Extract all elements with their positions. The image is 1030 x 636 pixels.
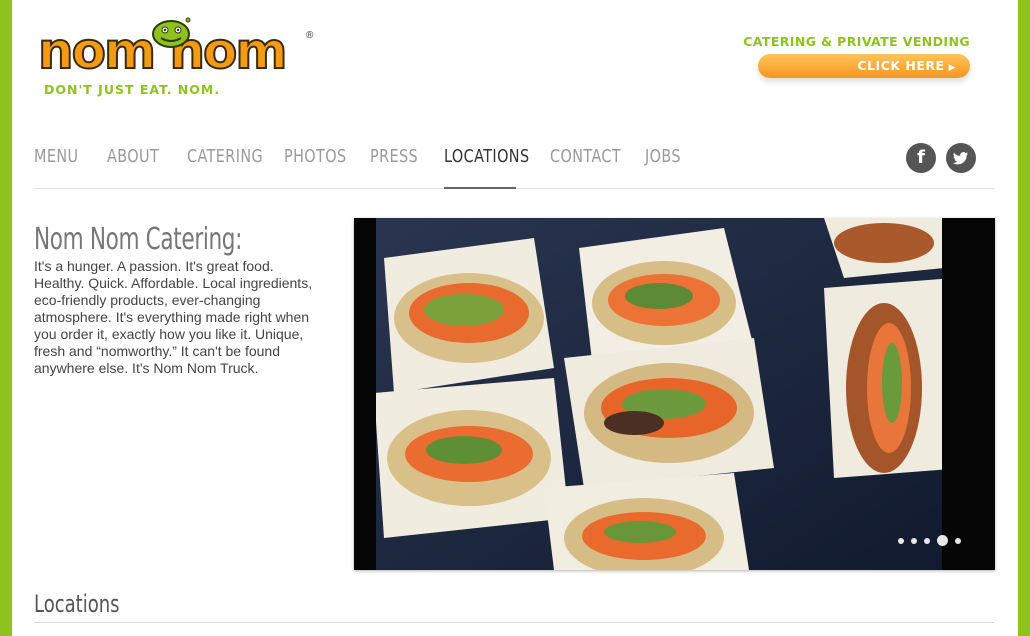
arrow-right-icon: ▶ xyxy=(948,63,956,73)
main-nav: MENU ABOUT CATERING PHOTOS PRESS LOCATIO… xyxy=(34,140,994,189)
active-nav-underline xyxy=(444,187,516,189)
taco-1 xyxy=(384,238,554,393)
page: nom nom ® DON'T JUST EAT. NOM. CATERING … xyxy=(12,0,1018,636)
nav-item-menu[interactable]: MENU xyxy=(34,146,78,167)
nav-item-jobs[interactable]: JOBS xyxy=(645,146,681,167)
slide-dot-2[interactable] xyxy=(911,537,917,544)
monster-mascot-icon xyxy=(152,17,191,48)
taco-5 xyxy=(544,473,749,570)
nav-item-about[interactable]: ABOUT xyxy=(107,146,159,167)
twitter-bird-icon xyxy=(953,152,969,165)
taco-3 xyxy=(564,338,774,488)
catering-heading: Nom Nom Catering: xyxy=(34,222,243,257)
nav-item-locations[interactable]: LOCATIONS xyxy=(444,146,530,167)
tacos-photo xyxy=(354,218,995,570)
locations-title: Locations xyxy=(34,590,120,618)
section-divider xyxy=(34,622,994,623)
slide-dot-4-active[interactable] xyxy=(937,535,948,546)
nav-item-press[interactable]: PRESS xyxy=(370,146,418,167)
click-here-button[interactable]: CLICK HERE ▶ xyxy=(758,54,970,78)
facebook-icon[interactable]: f xyxy=(906,143,936,173)
nav-item-photos[interactable]: PHOTOS xyxy=(284,146,347,167)
slide-dot-1[interactable] xyxy=(898,537,904,544)
nav-item-contact[interactable]: CONTACT xyxy=(550,146,621,167)
catering-intro-text: It's a hunger. A passion. It's great foo… xyxy=(34,258,313,376)
slide-dot-5[interactable] xyxy=(955,537,961,544)
tagline: DON'T JUST EAT. NOM. xyxy=(44,82,221,97)
sandwich-top xyxy=(824,218,944,278)
registered-mark: ® xyxy=(306,30,314,41)
twitter-icon[interactable] xyxy=(946,143,976,173)
catering-cta-label: CATERING & PRIVATE VENDING xyxy=(743,34,970,49)
food-slideshow[interactable] xyxy=(354,218,995,570)
taco-4 xyxy=(374,378,569,538)
slideshow-dots xyxy=(898,535,961,546)
click-here-label: CLICK HERE xyxy=(857,58,945,73)
slide-dot-3[interactable] xyxy=(924,537,930,544)
nav-item-catering[interactable]: CATERING xyxy=(187,146,263,167)
